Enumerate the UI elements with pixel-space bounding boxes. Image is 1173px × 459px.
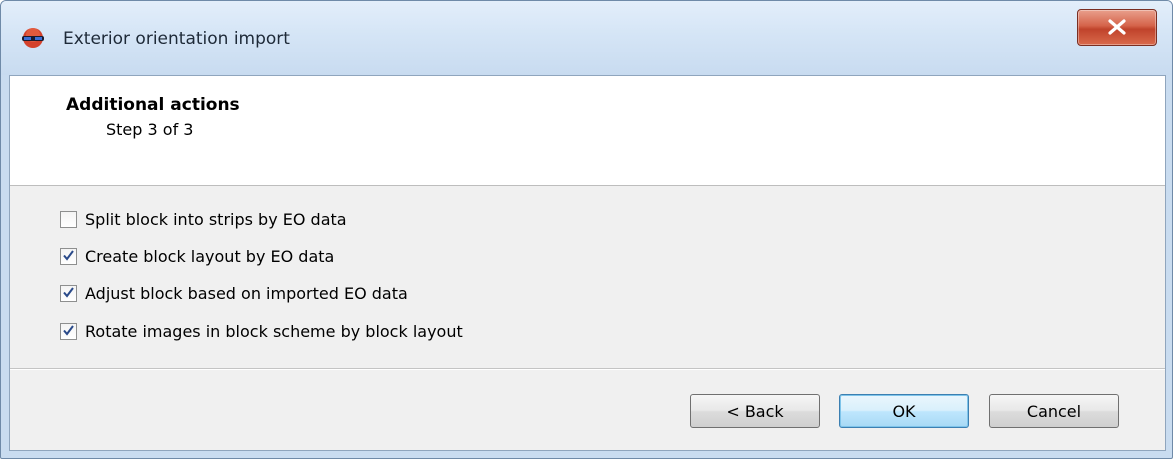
- option-label: Adjust block based on imported EO data: [85, 283, 408, 303]
- back-button[interactable]: < Back: [690, 394, 820, 428]
- stereo-glasses-icon: [20, 27, 46, 49]
- button-divider: [10, 368, 1165, 370]
- close-button[interactable]: [1077, 9, 1157, 46]
- option-label: Create block layout by EO data: [85, 246, 335, 266]
- wizard-step: Step 3 of 3: [106, 120, 194, 139]
- close-icon: [1108, 19, 1126, 35]
- dialog-window: Exterior orientation import Additional a…: [0, 0, 1173, 459]
- checkbox-split-block[interactable]: [60, 210, 77, 228]
- checkmark-icon: [63, 324, 74, 336]
- checkbox-rotate-images[interactable]: [60, 322, 77, 340]
- window-title: Exterior orientation import: [63, 29, 290, 49]
- checkbox-adjust-block[interactable]: [60, 284, 77, 302]
- option-label: Rotate images in block scheme by block l…: [85, 321, 463, 341]
- option-label: Split block into strips by EO data: [85, 209, 347, 229]
- cancel-button[interactable]: Cancel: [989, 394, 1119, 428]
- dialog-content: Additional actions Step 3 of 3 Split blo…: [9, 75, 1166, 451]
- ok-button[interactable]: OK: [839, 394, 969, 428]
- wizard-title: Additional actions: [66, 95, 240, 115]
- checkbox-create-layout[interactable]: [60, 247, 77, 265]
- checkmark-icon: [63, 249, 74, 261]
- wizard-header: Additional actions Step 3 of 3: [10, 76, 1165, 186]
- checkmark-icon: [63, 286, 74, 298]
- option-adjust-block[interactable]: Adjust block based on imported EO data: [60, 281, 408, 305]
- option-rotate-images[interactable]: Rotate images in block scheme by block l…: [60, 319, 463, 343]
- title-bar[interactable]: Exterior orientation import: [1, 1, 1172, 75]
- option-create-layout[interactable]: Create block layout by EO data: [60, 244, 334, 268]
- option-split-block[interactable]: Split block into strips by EO data: [60, 207, 347, 231]
